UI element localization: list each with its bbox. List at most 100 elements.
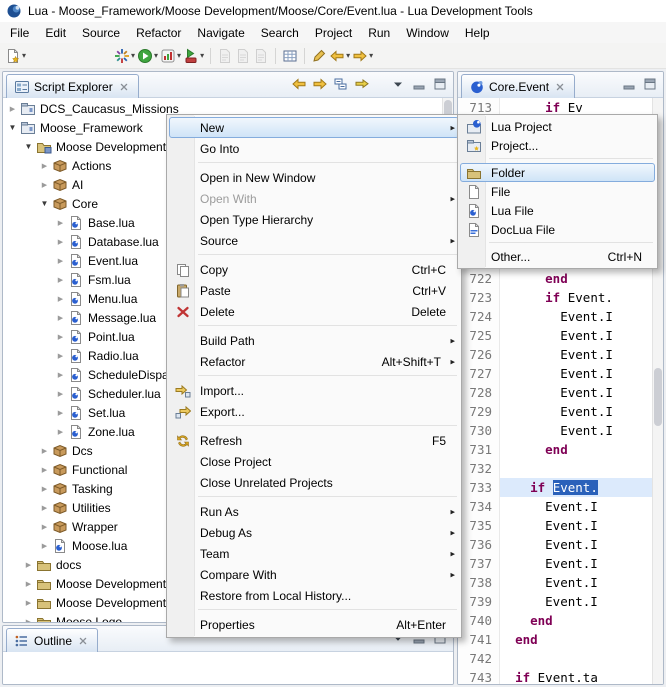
code-text[interactable]: Event.I <box>500 402 652 421</box>
menu-item-refresh[interactable]: RefreshF5 <box>169 430 459 451</box>
menu-item-lua-project[interactable]: Lua Project <box>460 117 655 136</box>
expand-arrow-icon[interactable]: ▶ <box>37 162 52 170</box>
code-text[interactable]: if Event. <box>500 478 652 497</box>
scrollbar-thumb[interactable] <box>654 368 662 426</box>
toolbar-run-button[interactable]: ▾ <box>136 45 159 67</box>
menu-item-new[interactable]: New▸ <box>169 117 459 138</box>
toolbar-open-element-button[interactable] <box>281 45 299 67</box>
code-text[interactable]: Event.I <box>500 535 652 554</box>
menu-file[interactable]: File <box>2 22 37 43</box>
menu-item-delete[interactable]: DeleteDelete <box>169 301 459 322</box>
tab-outline[interactable]: Outline <box>6 628 98 652</box>
view-menu-button[interactable] <box>389 75 407 93</box>
menu-window[interactable]: Window <box>398 22 457 43</box>
minimize-button[interactable] <box>410 75 428 93</box>
toolbar-forward-button[interactable]: ▾ <box>351 45 374 67</box>
expand-arrow-icon[interactable]: ▶ <box>21 561 36 569</box>
minimize-button[interactable] <box>620 75 638 93</box>
expand-arrow-icon[interactable]: ▶ <box>21 599 36 607</box>
expand-arrow-icon[interactable]: ▶ <box>53 428 68 436</box>
close-icon[interactable] <box>553 80 567 94</box>
code-text[interactable]: Event.I <box>500 516 652 535</box>
collapse-arrow-icon[interactable]: ▼ <box>5 123 20 132</box>
menu-item-folder[interactable]: Folder <box>460 163 655 182</box>
menu-run[interactable]: Run <box>360 22 398 43</box>
code-text[interactable]: Event.I <box>500 421 652 440</box>
close-icon[interactable] <box>76 634 90 648</box>
code-text[interactable]: Event.I <box>500 592 652 611</box>
code-text[interactable]: Event.I <box>500 497 652 516</box>
dropdown-arrow-icon[interactable]: ▾ <box>369 51 373 60</box>
menu-item-open-type-hierarchy[interactable]: Open Type Hierarchy <box>169 209 459 230</box>
toolbar-coverage-button[interactable]: ▾ <box>159 45 182 67</box>
toolbar-debug-button[interactable]: ▾ <box>113 45 136 67</box>
menu-item-lua-file[interactable]: Lua File <box>460 201 655 220</box>
expand-arrow-icon[interactable]: ▶ <box>53 219 68 227</box>
expand-arrow-icon[interactable]: ▶ <box>53 409 68 417</box>
collapse-all-button[interactable] <box>332 75 350 93</box>
close-icon[interactable] <box>117 80 131 94</box>
expand-arrow-icon[interactable]: ▶ <box>5 105 20 113</box>
code-text[interactable]: Event.I <box>500 554 652 573</box>
expand-arrow-icon[interactable]: ▶ <box>37 523 52 531</box>
expand-arrow-icon[interactable]: ▶ <box>37 181 52 189</box>
tab-core-event[interactable]: Core.Event <box>461 74 575 98</box>
dropdown-arrow-icon[interactable]: ▾ <box>22 51 26 60</box>
code-text[interactable]: end <box>500 440 652 459</box>
expand-arrow-icon[interactable]: ▶ <box>53 333 68 341</box>
toolbar-external-tools-button[interactable]: ▾ <box>182 45 205 67</box>
expand-arrow-icon[interactable]: ▶ <box>53 314 68 322</box>
toolbar-back-button[interactable]: ▾ <box>328 45 351 67</box>
menu-item-build-path[interactable]: Build Path▸ <box>169 330 459 351</box>
menu-item-doclua-file[interactable]: DocLua File <box>460 220 655 239</box>
menu-refactor[interactable]: Refactor <box>128 22 189 43</box>
expand-arrow-icon[interactable]: ▶ <box>53 371 68 379</box>
code-text[interactable]: Event.I <box>500 573 652 592</box>
code-text[interactable]: if Event.ta <box>500 668 652 684</box>
code-text[interactable]: end <box>500 630 652 649</box>
menu-item-properties[interactable]: PropertiesAlt+Enter <box>169 614 459 635</box>
menu-item-export[interactable]: Export... <box>169 401 459 422</box>
dropdown-arrow-icon[interactable]: ▾ <box>131 51 135 60</box>
expand-arrow-icon[interactable]: ▶ <box>37 466 52 474</box>
maximize-button[interactable] <box>641 75 659 93</box>
expand-arrow-icon[interactable]: ▶ <box>53 257 68 265</box>
collapse-arrow-icon[interactable]: ▼ <box>21 142 36 151</box>
menu-item-team[interactable]: Team▸ <box>169 543 459 564</box>
expand-arrow-icon[interactable]: ▶ <box>37 447 52 455</box>
menu-navigate[interactable]: Navigate <box>189 22 252 43</box>
tab-script-explorer[interactable]: Script Explorer <box>6 74 139 98</box>
code-text[interactable] <box>500 459 652 478</box>
menu-item-go-into[interactable]: Go Into <box>169 138 459 159</box>
dropdown-arrow-icon[interactable]: ▾ <box>346 51 350 60</box>
expand-arrow-icon[interactable]: ▶ <box>53 352 68 360</box>
toolbar-new-button[interactable]: ▾ <box>4 45 27 67</box>
menu-source[interactable]: Source <box>74 22 128 43</box>
toolbar-last-edit-location-button[interactable] <box>310 45 328 67</box>
expand-arrow-icon[interactable]: ▶ <box>37 542 52 550</box>
menu-item-import[interactable]: Import... <box>169 380 459 401</box>
expand-arrow-icon[interactable]: ▶ <box>37 485 52 493</box>
menu-item-project[interactable]: Project... <box>460 136 655 155</box>
menu-item-close-project[interactable]: Close Project <box>169 451 459 472</box>
menu-item-debug-as[interactable]: Debug As▸ <box>169 522 459 543</box>
menu-item-restore-from-local-history[interactable]: Restore from Local History... <box>169 585 459 606</box>
code-text[interactable]: Event.I <box>500 345 652 364</box>
dropdown-arrow-icon[interactable]: ▾ <box>177 51 181 60</box>
menu-item-copy[interactable]: CopyCtrl+C <box>169 259 459 280</box>
expand-arrow-icon[interactable]: ▶ <box>21 580 36 588</box>
maximize-button[interactable] <box>431 75 449 93</box>
dropdown-arrow-icon[interactable]: ▾ <box>154 51 158 60</box>
dropdown-arrow-icon[interactable]: ▾ <box>200 51 204 60</box>
link-with-editor-button[interactable] <box>353 75 371 93</box>
menu-item-refactor[interactable]: RefactorAlt+Shift+T▸ <box>169 351 459 372</box>
menu-item-open-in-new-window[interactable]: Open in New Window <box>169 167 459 188</box>
code-text[interactable] <box>500 649 652 668</box>
collapse-arrow-icon[interactable]: ▼ <box>37 199 52 208</box>
menu-item-close-unrelated-projects[interactable]: Close Unrelated Projects <box>169 472 459 493</box>
code-text[interactable]: end <box>500 611 652 630</box>
expand-arrow-icon[interactable]: ▶ <box>53 390 68 398</box>
menu-help[interactable]: Help <box>457 22 498 43</box>
code-text[interactable]: Event.I <box>500 364 652 383</box>
code-text[interactable]: Event.I <box>500 383 652 402</box>
